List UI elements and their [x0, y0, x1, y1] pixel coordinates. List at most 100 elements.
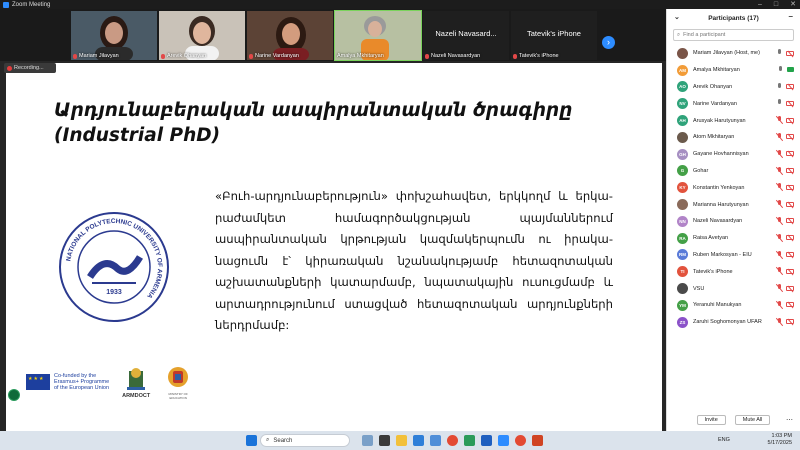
camera-off-icon[interactable] [786, 168, 794, 174]
participant-row[interactable]: AM Amalya Mkhitaryan [667, 62, 800, 79]
mic-muted-icon[interactable] [777, 284, 782, 292]
participant-row[interactable]: NV Narine Vardanyan [667, 95, 800, 112]
camera-off-icon[interactable] [786, 319, 794, 325]
participant-row[interactable]: TI Tatevik's iPhone [667, 263, 800, 280]
participant-row[interactable]: VSU [667, 280, 800, 297]
mute-all-button[interactable]: Mute All [734, 415, 771, 425]
mic-muted-icon[interactable] [777, 200, 782, 208]
participant-row[interactable]: AH Arusyak Harutyunyan [667, 112, 800, 129]
video-tile[interactable]: Narine Vardanyan [247, 11, 333, 60]
participant-row[interactable]: GH Gayane Hovhannisyan [667, 146, 800, 163]
app-icon[interactable] [464, 435, 475, 446]
camera-off-icon[interactable] [786, 84, 794, 90]
slide-title: Արդյունաբերական ասպիրանտական ծրագիրը (In… [54, 98, 572, 148]
camera-off-icon[interactable] [786, 117, 794, 123]
video-tile[interactable]: Mariam Jilavyan [71, 11, 157, 60]
word-icon[interactable] [481, 435, 492, 446]
language-indicator[interactable]: ENG [718, 437, 730, 443]
video-tile[interactable]: Arevik Ohanyan [159, 11, 245, 60]
minimize-panel-icon[interactable]: – [789, 12, 793, 21]
mic-icon[interactable] [777, 99, 782, 107]
mic-muted-icon[interactable] [777, 149, 782, 158]
tile-display-name: Tatevik's iPhone [527, 29, 581, 38]
participant-name: Marianna Harutyunyan [693, 201, 749, 208]
window-title: Zoom Meeting [12, 1, 51, 8]
camera-off-icon[interactable] [786, 235, 794, 241]
more-options-icon[interactable]: ⋯ [786, 416, 793, 424]
zoom-app-icon [3, 1, 9, 8]
powerpoint-icon[interactable] [532, 435, 543, 446]
participant-row[interactable]: Atom Mkhitaryan [667, 129, 800, 146]
participant-row[interactable]: AO Arevik Ohanyan [667, 79, 800, 96]
chevron-down-icon[interactable]: ⌄ [674, 13, 680, 21]
minimize-icon[interactable]: – [758, 0, 762, 9]
video-tile[interactable]: Tatevik's iPhone Tatevik's iPhone [511, 11, 597, 60]
mic-muted-icon[interactable] [777, 166, 782, 175]
video-tile-active-speaker[interactable]: Amalya Mkhitaryan [334, 10, 422, 61]
camera-off-icon[interactable] [786, 252, 794, 258]
camera-off-icon[interactable] [786, 268, 794, 274]
mic-icon[interactable] [778, 65, 783, 74]
mic-icon[interactable] [777, 49, 782, 57]
taskbar-search-input[interactable]: ⌕ Search [260, 434, 350, 447]
participant-row[interactable]: RA Raisa Avetyan [667, 230, 800, 247]
participant-row[interactable]: G Gohar [667, 163, 800, 180]
camera-off-icon[interactable] [786, 50, 794, 56]
camera-off-icon[interactable] [786, 100, 794, 106]
chrome-icon[interactable] [515, 435, 526, 446]
tile-name: Amalya Mkhitaryan [337, 53, 384, 59]
participant-name: Gohar [693, 167, 709, 174]
camera-off-icon[interactable] [786, 151, 794, 157]
mic-muted-icon[interactable] [777, 250, 782, 259]
mic-muted-icon[interactable] [777, 132, 782, 141]
maximize-icon[interactable]: □ [774, 0, 778, 9]
store-icon[interactable] [430, 435, 441, 446]
search-icon: ⌕ [266, 437, 270, 443]
next-page-arrow-icon[interactable]: › [602, 36, 615, 49]
tile-name: Tatevik's iPhone [519, 53, 559, 59]
zoom-icon[interactable] [498, 435, 509, 446]
camera-off-icon[interactable] [786, 201, 794, 207]
file-explorer-icon[interactable] [396, 435, 407, 446]
participant-row[interactable]: KY Konstantin Yenkoyan [667, 179, 800, 196]
mic-muted-icon[interactable] [777, 317, 782, 326]
participant-row[interactable]: Mariam Jilavyan (Host, me) [667, 45, 800, 62]
video-tile[interactable]: Nazeli Navasard... Nazeli Navasardyan [423, 11, 509, 60]
mic-muted-icon[interactable] [777, 216, 782, 225]
mic-muted-icon[interactable] [777, 233, 782, 242]
mic-icon[interactable] [777, 82, 782, 91]
mic-muted-icon[interactable] [777, 300, 782, 309]
avatar: YM [677, 299, 688, 311]
start-icon[interactable] [246, 435, 257, 446]
chrome-icon[interactable] [447, 435, 458, 446]
task-view-icon[interactable] [362, 435, 373, 446]
close-icon[interactable]: ✕ [790, 0, 796, 9]
participant-row[interactable]: YM Yeranuhi Manukyan [667, 297, 800, 314]
mic-muted-icon[interactable] [777, 267, 782, 275]
slide-title-line: (Industrial PhD) [54, 125, 221, 146]
participant-row[interactable]: RM Ruben Markosyan - EIU [667, 247, 800, 264]
camera-off-icon[interactable] [786, 302, 794, 308]
recording-indicator[interactable]: Recording... [4, 63, 56, 73]
camera-off-icon[interactable] [786, 184, 794, 190]
mic-muted-icon [513, 53, 517, 59]
participant-name: Ruben Markosyan - EIU [693, 251, 752, 258]
participant-row[interactable]: ZS Zaruhi Soghomonyan UFAR [667, 314, 800, 331]
system-clock[interactable]: 1:03 PM 5/17/2025 [768, 433, 792, 447]
widgets-icon[interactable] [379, 435, 390, 446]
camera-off-icon[interactable] [786, 285, 794, 291]
edge-icon[interactable] [413, 435, 424, 446]
camera-off-icon[interactable] [786, 134, 794, 140]
avatar: RM [677, 249, 688, 261]
invite-button[interactable]: Invite [696, 415, 726, 425]
clock-time: 1:03 PM [771, 433, 792, 439]
camera-icon[interactable] [787, 67, 794, 73]
mic-muted-icon[interactable] [777, 183, 782, 191]
camera-off-icon[interactable] [786, 218, 794, 224]
floating-app-icon[interactable] [8, 389, 20, 401]
participant-name: Yeranuhi Manukyan [693, 302, 742, 309]
participant-row[interactable]: NN Nazeli Navasardyan [667, 213, 800, 230]
participant-row[interactable]: Marianna Harutyunyan [667, 196, 800, 213]
participant-search-input[interactable]: ⌕ Find a participant [673, 29, 794, 41]
mic-muted-icon[interactable] [777, 116, 782, 124]
